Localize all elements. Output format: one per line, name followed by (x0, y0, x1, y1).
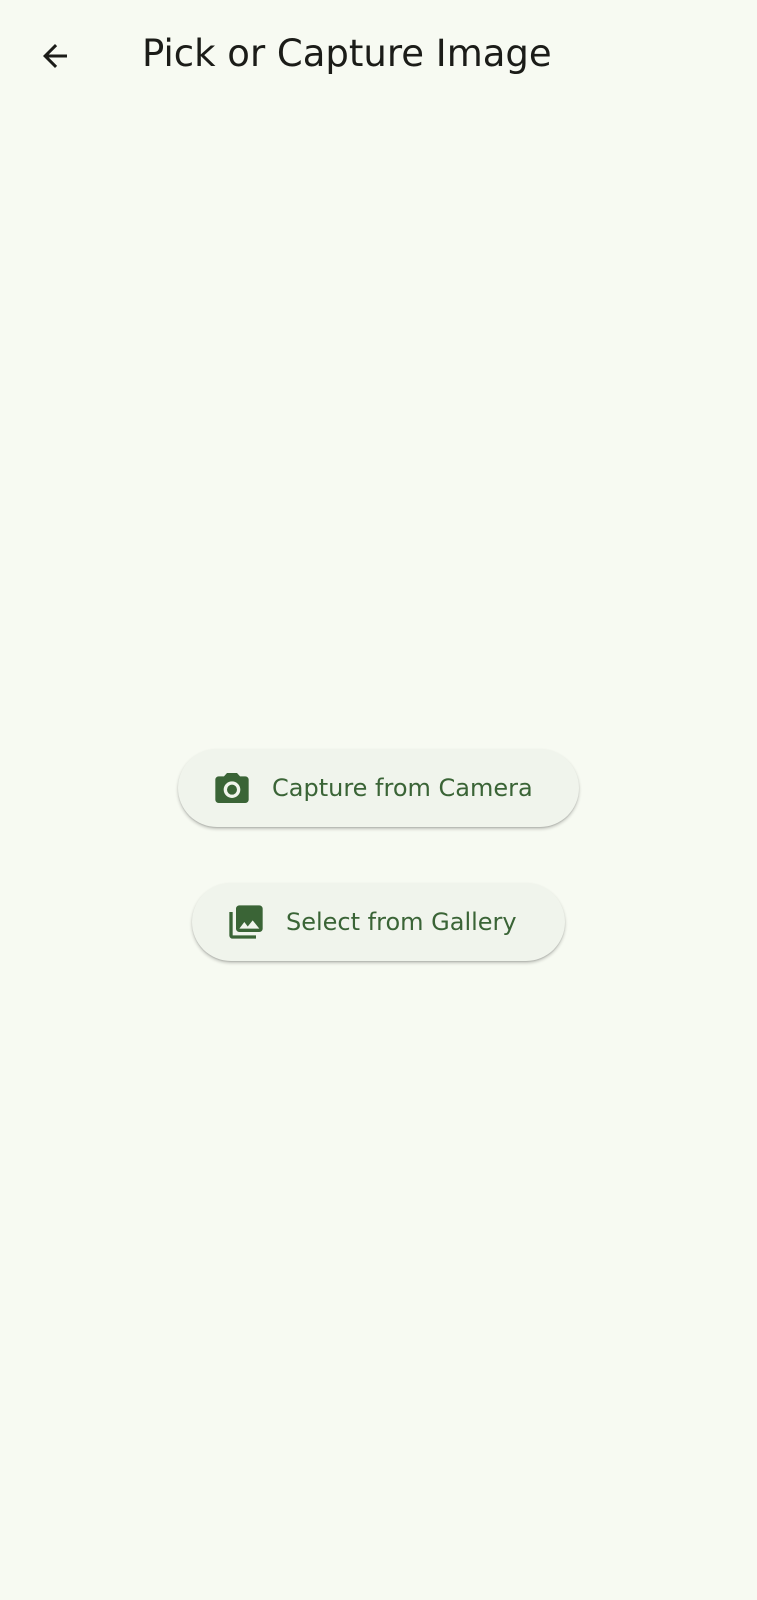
capture-from-camera-button[interactable]: Capture from Camera (178, 749, 579, 827)
arrow-left-icon (37, 38, 73, 74)
app-bar: Pick or Capture Image (0, 0, 757, 110)
back-button[interactable] (25, 26, 85, 86)
camera-icon (212, 768, 252, 808)
page-title: Pick or Capture Image (142, 32, 552, 75)
photo-library-icon (226, 902, 266, 942)
select-from-gallery-button[interactable]: Select from Gallery (192, 883, 565, 961)
capture-from-camera-label: Capture from Camera (272, 774, 533, 802)
select-from-gallery-label: Select from Gallery (286, 908, 517, 936)
